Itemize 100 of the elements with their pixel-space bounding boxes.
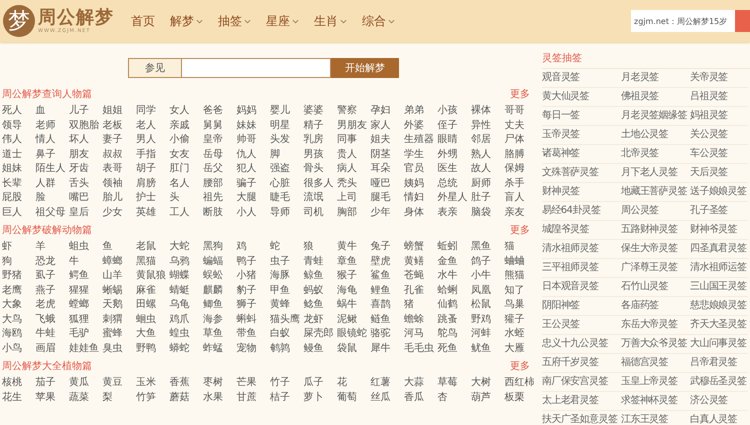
oracle-link[interactable]: 关帝灵签	[690, 69, 748, 88]
keyword-link[interactable]: 亲戚	[170, 118, 203, 133]
keyword-link[interactable]: 蟒蛇	[170, 342, 203, 356]
keyword-link[interactable]: 鱼	[102, 240, 136, 254]
keyword-link[interactable]: 田螺	[136, 298, 170, 312]
keyword-link[interactable]: 死人	[2, 104, 36, 118]
keyword-link[interactable]: 板栗	[504, 390, 538, 405]
keyword-link[interactable]: 姐夫	[370, 133, 404, 148]
keyword-link[interactable]: 海鸥	[2, 327, 36, 342]
keyword-link[interactable]: 花	[337, 376, 370, 390]
keyword-link[interactable]: 螃蟹	[404, 240, 438, 254]
keyword-link[interactable]: 龙虾	[304, 312, 337, 327]
keyword-link[interactable]: 工人	[170, 206, 203, 220]
oracle-link[interactable]: 武穆岳圣灵签	[690, 373, 748, 392]
oracle-link[interactable]: 地藏王菩萨灵签	[621, 183, 690, 202]
keyword-link[interactable]: 黄蜂	[270, 298, 304, 312]
keyword-link[interactable]: 岳父	[203, 162, 236, 176]
keyword-link[interactable]: 鸵鸟	[438, 327, 471, 342]
oracle-link[interactable]: 三平祖师灵签	[542, 259, 621, 278]
keyword-link[interactable]: 秃头	[337, 176, 370, 191]
keyword-link[interactable]: 小猪	[236, 269, 270, 284]
keyword-link[interactable]: 睫毛	[270, 191, 304, 206]
keyword-link[interactable]: 玉米	[136, 376, 170, 390]
keyword-link[interactable]: 鲫鱼	[203, 298, 236, 312]
keyword-link[interactable]: 双胞胎	[69, 118, 102, 133]
nav-link[interactable]: 生肖	[314, 12, 347, 30]
keyword-link[interactable]: 毛驴	[69, 327, 102, 342]
keyword-link[interactable]: 犯人	[236, 162, 270, 176]
keyword-link[interactable]: 蝴蝶	[170, 269, 203, 284]
oracle-link[interactable]: 清水祖师运签	[690, 259, 748, 278]
keyword-link[interactable]: 异性	[471, 118, 504, 133]
keyword-link[interactable]: 断肢	[203, 206, 236, 220]
keyword-link[interactable]: 鸽子	[471, 254, 504, 269]
more-link[interactable]: 更多	[510, 223, 530, 237]
oracle-link[interactable]: 观音灵签	[542, 69, 621, 88]
keyword-link[interactable]: 花生	[2, 390, 36, 405]
oracle-link[interactable]: 诸葛神签	[542, 145, 621, 164]
oracle-link[interactable]: 求签神杯灵签	[621, 392, 690, 411]
oracle-link[interactable]: 车公灵签	[690, 145, 748, 164]
keyword-link[interactable]: 蔬菜	[69, 390, 102, 405]
keyword-link[interactable]: 英雄	[136, 206, 170, 220]
dream-search-field[interactable]	[181, 58, 331, 78]
keyword-link[interactable]: 丝瓜	[370, 390, 404, 405]
keyword-link[interactable]: 男孩	[304, 148, 337, 162]
keyword-link[interactable]: 导师	[270, 206, 304, 220]
keyword-link[interactable]: 大蒜	[404, 376, 438, 390]
oracle-link[interactable]: 周公灵签	[621, 202, 690, 221]
oracle-link[interactable]: 吕帝君灵签	[690, 354, 748, 373]
keyword-link[interactable]: 胳膊	[504, 148, 538, 162]
keyword-link[interactable]: 伟人	[2, 133, 36, 148]
keyword-link[interactable]: 乳房	[304, 133, 337, 148]
oracle-link[interactable]: 关公灵签	[690, 126, 748, 145]
keyword-link[interactable]: 鸟巢	[504, 298, 538, 312]
more-link[interactable]: 更多	[510, 87, 530, 101]
keyword-link[interactable]: 医生	[438, 162, 471, 176]
keyword-link[interactable]: 河马	[404, 327, 438, 342]
keyword-link[interactable]: 亲友	[504, 206, 538, 220]
keyword-link[interactable]: 宠物	[236, 342, 270, 356]
keyword-link[interactable]: 竹子	[270, 376, 304, 390]
keyword-link[interactable]: 蝌蚪	[236, 312, 270, 327]
oracle-link[interactable]: 送子娘娘灵签	[690, 183, 748, 202]
keyword-link[interactable]: 牙齿	[69, 162, 102, 176]
keyword-link[interactable]: 小孩	[438, 104, 471, 118]
keyword-link[interactable]: 上司	[337, 191, 370, 206]
keyword-link[interactable]: 黄牛	[337, 240, 370, 254]
keyword-link[interactable]: 虱子	[36, 269, 69, 284]
keyword-link[interactable]: 熊猫	[504, 269, 538, 284]
oracle-link[interactable]: 土地公灵签	[621, 126, 690, 145]
oracle-link[interactable]: 广泽尊王灵签	[621, 259, 690, 278]
keyword-link[interactable]: 肚子	[471, 191, 504, 206]
keyword-link[interactable]: 外婆	[404, 118, 438, 133]
keyword-link[interactable]: 人群	[36, 176, 69, 191]
oracle-link[interactable]: 慈悲娘娘灵签	[690, 297, 748, 316]
keyword-link[interactable]: 姨妈	[404, 176, 438, 191]
keyword-link[interactable]: 情人	[36, 133, 69, 148]
keyword-link[interactable]: 女友	[170, 148, 203, 162]
keyword-link[interactable]: 女人	[170, 104, 203, 118]
keyword-link[interactable]: 蝙蝠	[203, 254, 236, 269]
keyword-link[interactable]: 鲤鱼	[370, 284, 404, 298]
keyword-link[interactable]: 腿毛	[370, 191, 404, 206]
keyword-link[interactable]: 海参	[203, 312, 236, 327]
keyword-link[interactable]: 猩猩	[69, 284, 102, 298]
keyword-link[interactable]: 犀牛	[370, 342, 404, 356]
logo-mark[interactable]: 梦	[3, 5, 35, 37]
keyword-link[interactable]: 骨头	[304, 162, 337, 176]
keyword-link[interactable]: 男朋友	[337, 118, 370, 133]
keyword-link[interactable]: 很多人	[304, 176, 337, 191]
oracle-link[interactable]: 扶天广圣如意灵签	[542, 411, 621, 425]
oracle-link[interactable]: 忠义十九公灵签	[542, 335, 621, 354]
keyword-link[interactable]: 婆婆	[304, 104, 337, 118]
keyword-link[interactable]: 猫	[504, 240, 538, 254]
keyword-link[interactable]: 黑猫	[136, 254, 170, 269]
keyword-link[interactable]: 知了	[504, 284, 538, 298]
keyword-link[interactable]: 陌生人	[36, 162, 69, 176]
keyword-link[interactable]: 兔子	[370, 240, 404, 254]
oracle-link[interactable]: 各庙药签	[621, 297, 690, 316]
keyword-link[interactable]: 姐妹	[2, 162, 36, 176]
keyword-link[interactable]: 毛毛虫	[404, 342, 438, 356]
keyword-link[interactable]: 凤凰	[471, 284, 504, 298]
oracle-link[interactable]: 城隍爷灵签	[542, 221, 621, 240]
